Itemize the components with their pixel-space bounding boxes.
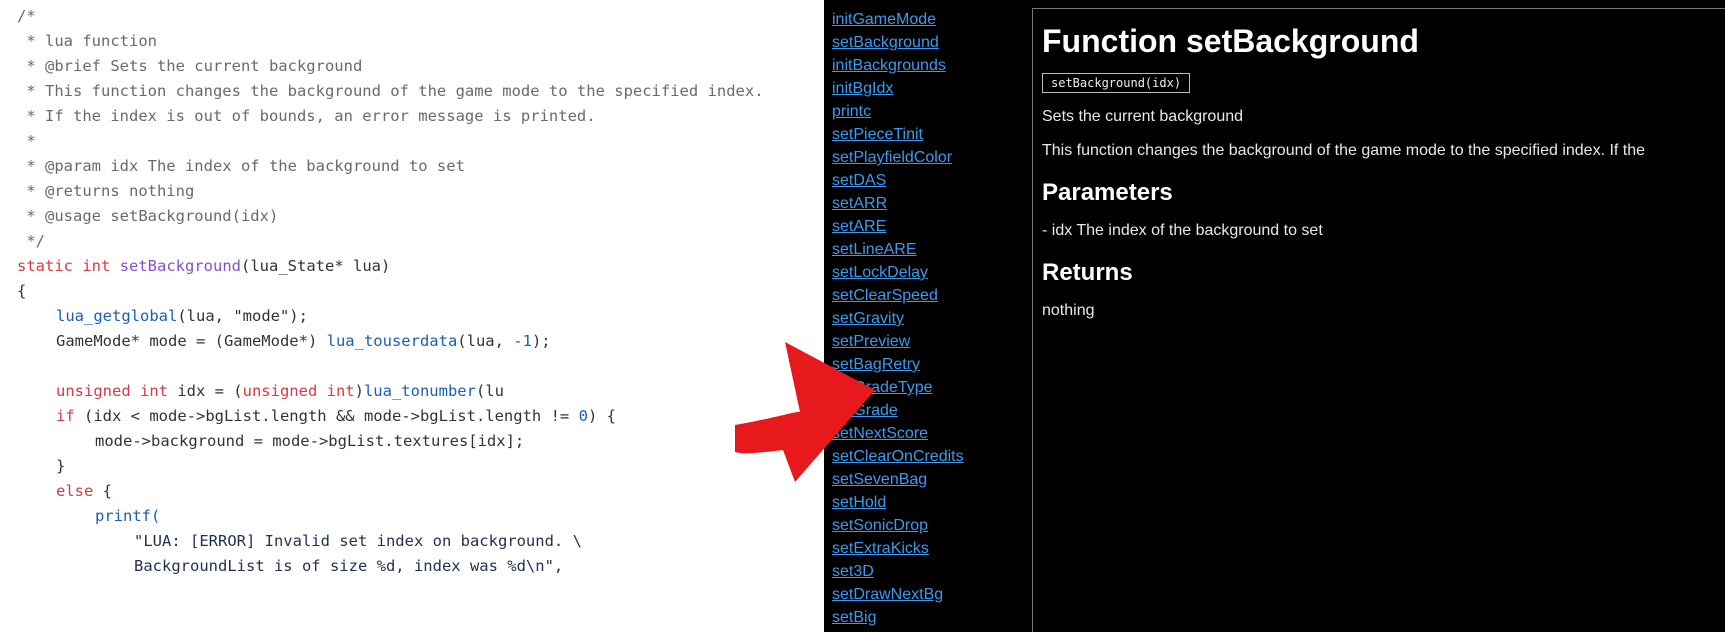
- returns-heading: Returns: [1042, 259, 1133, 286]
- keyword-else: else: [56, 482, 94, 500]
- mode-declaration: GameMode* mode = (GameMode*): [56, 332, 327, 350]
- number-literal: 0: [578, 407, 588, 425]
- call-args: (lua,: [457, 332, 514, 350]
- function-name: setBackground: [119, 257, 242, 275]
- else-brace: {: [93, 482, 112, 500]
- nav-link-set-sonic-drop[interactable]: setSonicDrop: [832, 514, 1032, 537]
- comment-line: * This function changes the background o…: [17, 82, 764, 100]
- comment-line: * @usage setBackground(idx): [17, 207, 279, 225]
- doc-content: Function setBackground setBackground(idx…: [1032, 8, 1725, 632]
- function-signature: static int setBackground(lua_State* lua): [17, 256, 390, 276]
- page-title: Function setBackground: [1042, 23, 1419, 59]
- number-literal: -1: [513, 332, 532, 350]
- comment-close: */: [17, 232, 45, 250]
- nav-link-set-arr[interactable]: setARR: [832, 192, 1032, 215]
- code-assign-line: mode->background = mode->bgList.textures…: [95, 432, 525, 450]
- nav-link-set-clear-speed[interactable]: setClearSpeed: [832, 284, 1032, 307]
- comment-open: /*: [17, 7, 36, 25]
- comment-line: * @param idx The index of the background…: [17, 157, 465, 175]
- documentation-page: initGameMode setBackground initBackgrounds…: [824, 0, 1725, 632]
- keyword-static: static: [17, 257, 73, 275]
- code-mode-decl-line: GameMode* mode = (GameMode*) lua_touserd…: [56, 331, 551, 351]
- comment-line: * @brief Sets the current background: [17, 57, 363, 75]
- function-signature-badge: setBackground(idx): [1042, 73, 1191, 93]
- string-literal: "LUA: [ERROR] Invalid set index on backg…: [134, 532, 582, 550]
- nav-link-init-game-mode[interactable]: initGameMode: [832, 8, 1032, 31]
- code-panel: /* * lua function * @brief Sets the curr…: [0, 0, 824, 632]
- comment-line: * lua function: [17, 32, 157, 50]
- nav-link-set-lock-delay[interactable]: setLockDelay: [832, 261, 1032, 284]
- brace-open: {: [17, 282, 27, 300]
- function-params: (lua_State* lua): [241, 257, 391, 275]
- idx-declaration: idx = (: [167, 382, 243, 400]
- call-args-end: );: [531, 332, 551, 350]
- nav-link-init-backgrounds[interactable]: initBackgrounds: [832, 54, 1032, 77]
- if-condition-end: ) {: [587, 407, 616, 425]
- if-condition: (idx < mode->bgList.length && mode->bgLi…: [74, 407, 579, 425]
- arrow-shape: [735, 342, 875, 482]
- code-else-line: else {: [56, 481, 112, 501]
- brief-text: Sets the current background: [1042, 108, 1244, 125]
- returns-text: nothing: [1042, 302, 1095, 319]
- cast-close: ): [354, 382, 364, 400]
- red-arrow-icon: [735, 342, 875, 482]
- nav-link-set-big[interactable]: setBig: [832, 606, 1032, 629]
- function-nav-list: initGameMode setBackground initBackgrounds…: [832, 8, 1032, 629]
- nav-link-set-draw-next-bg[interactable]: setDrawNextBg: [832, 583, 1032, 606]
- nav-link-printc[interactable]: printc: [832, 100, 1032, 123]
- comment-line: *: [17, 132, 36, 150]
- nav-link-init-bg-idx[interactable]: initBgIdx: [832, 77, 1032, 100]
- nav-link-set-playfield-color[interactable]: setPlayfieldColor: [832, 146, 1032, 169]
- comment-line: * @returns nothing: [17, 182, 195, 200]
- call-lua-touserdata: lua_touserdata: [326, 332, 458, 350]
- code-getglobal-line: lua_getglobal(lua, "mode");: [56, 306, 308, 326]
- nav-link-set-gravity[interactable]: setGravity: [832, 307, 1032, 330]
- code-close-brace: }: [56, 457, 66, 475]
- nav-link-set3-d[interactable]: set3D: [832, 560, 1032, 583]
- parameter-line: - idx The index of the background to set: [1042, 222, 1323, 239]
- call-lua-getglobal: lua_getglobal: [56, 307, 178, 325]
- nav-link-set-are[interactable]: setARE: [832, 215, 1032, 238]
- keyword-int: int: [82, 257, 111, 275]
- nav-link-set-line-are[interactable]: setLineARE: [832, 238, 1032, 261]
- keyword-if: if: [56, 407, 75, 425]
- nav-link-set-extra-kicks[interactable]: setExtraKicks: [832, 537, 1032, 560]
- call-args: (lua, "mode");: [177, 307, 308, 325]
- code-if-line: if (idx < mode->bgList.length && mode->b…: [56, 406, 616, 426]
- nav-link-set-background[interactable]: setBackground: [832, 31, 1032, 54]
- string-literal: BackgroundList is of size %d, index was …: [134, 557, 564, 575]
- nav-link-set-piece-tinit[interactable]: setPieceTinit: [832, 123, 1032, 146]
- keyword-unsigned-int-cast: unsigned int: [242, 382, 355, 400]
- call-args: (lu: [475, 382, 504, 400]
- keyword-unsigned-int: unsigned int: [56, 382, 168, 400]
- parameters-heading: Parameters: [1042, 179, 1173, 206]
- comment-line: * If the index is out of bounds, an erro…: [17, 107, 596, 125]
- description-text: This function changes the background of …: [1042, 142, 1646, 159]
- call-lua-tonumber: lua_tonumber: [363, 382, 476, 400]
- nav-link-set-das[interactable]: setDAS: [832, 169, 1032, 192]
- code-idx-line: unsigned int idx = (unsigned int)lua_ton…: [56, 381, 504, 401]
- call-printf: printf(: [95, 507, 161, 525]
